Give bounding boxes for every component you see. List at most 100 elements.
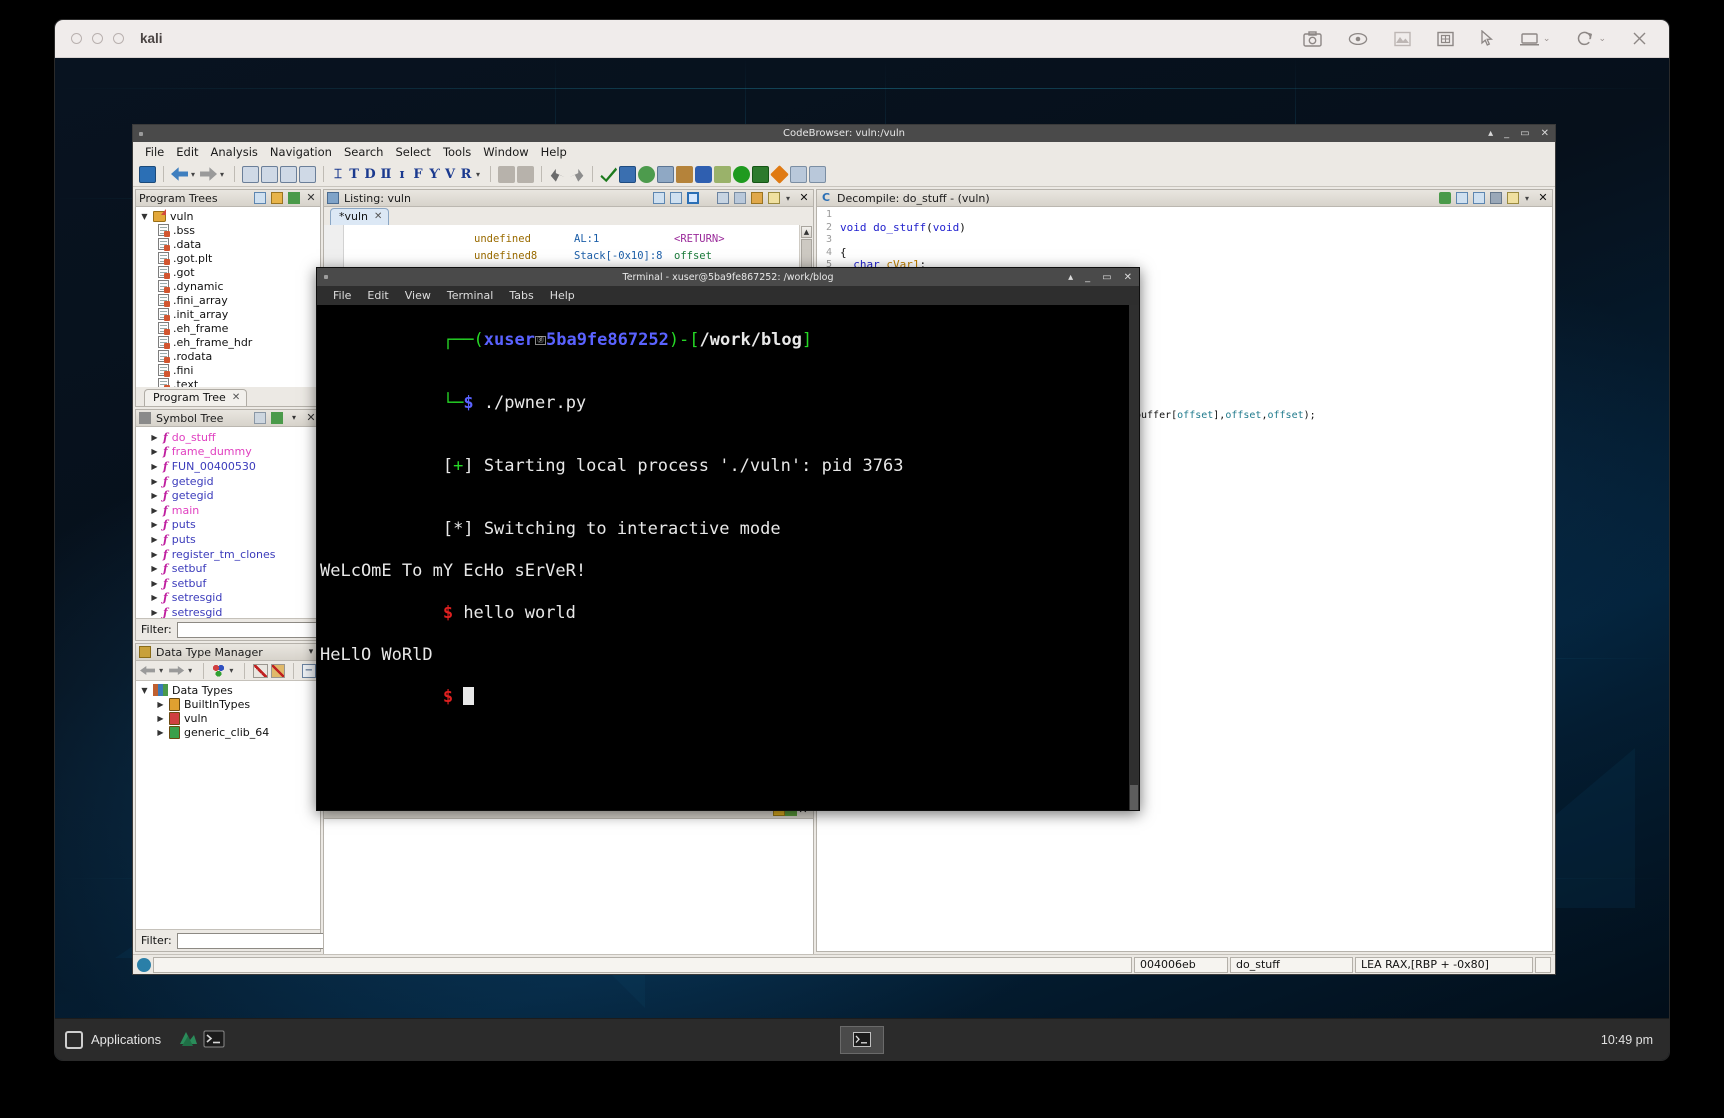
status-resize-grip[interactable] — [1535, 957, 1551, 973]
symbol-tree-list[interactable]: ▶fdo_stuff▶fframe_dummy▶fFUN_00400530▶ƒg… — [136, 427, 320, 618]
camera-icon[interactable] — [1303, 31, 1322, 47]
terminal-menubar[interactable]: File Edit View Terminal Tabs Help — [317, 286, 1139, 305]
ghidra-shade-icon[interactable]: ▴ — [1488, 128, 1493, 139]
listing-save-icon[interactable] — [751, 192, 763, 204]
symbol-tree-filterbar[interactable]: Filter: — [136, 618, 320, 640]
data-type-icon-8[interactable]: V — [443, 167, 457, 182]
terminal-scrollbar[interactable] — [1129, 305, 1139, 810]
dtm-back-icon[interactable] — [140, 665, 155, 677]
dtm-node[interactable]: ▶vuln — [136, 711, 320, 725]
terminal-screen[interactable]: ┌──(xuser㉛5ba9fe867252)-[/work/blog] └─$… — [317, 305, 1139, 810]
symbol-tree-row[interactable]: ▶fdo_stuff — [136, 430, 320, 445]
refresh-tree-icon[interactable] — [288, 192, 300, 204]
dtm-filterbar[interactable]: Filter: — [136, 929, 320, 951]
program-tree-node[interactable]: .eh_frame_hdr — [136, 335, 320, 349]
refresh-icon[interactable]: ⌄ — [1576, 31, 1606, 47]
image-icon[interactable] — [1394, 31, 1411, 47]
dtm-no-filter-icon[interactable] — [271, 664, 285, 678]
menu-analysis[interactable]: Analysis — [206, 144, 263, 160]
data-type-icon-5[interactable]: ɪ — [395, 167, 409, 182]
program-tree-node[interactable]: .dynamic — [136, 279, 320, 293]
program-tree-node[interactable]: .text — [136, 377, 320, 387]
listing-menu-icon[interactable]: ▾ — [786, 194, 790, 203]
program-tree-node[interactable]: .got.plt — [136, 251, 320, 265]
dtm-back-caret-icon[interactable]: ▾ — [159, 666, 163, 675]
snapshot-icon-1[interactable] — [242, 166, 259, 183]
dtm-toolbar[interactable]: ▾ ▾ ▾ − — [136, 661, 320, 681]
terminal-menu-file[interactable]: File — [325, 289, 359, 302]
tab-close-icon[interactable]: ✕ — [232, 392, 240, 403]
ghidra-close-icon[interactable]: ✕ — [1541, 128, 1549, 139]
refresh-caret-icon[interactable]: ⌄ — [1598, 33, 1606, 44]
listing-snapshot-icon[interactable] — [734, 192, 746, 204]
decompile-refresh-icon[interactable] — [1439, 192, 1451, 204]
expand-arrow-icon[interactable]: ▶ — [150, 550, 159, 559]
expand-arrow-icon[interactable]: ▶ — [150, 608, 159, 617]
symbol-tree-row[interactable]: ▶fregister_tm_clones — [136, 547, 320, 562]
expand-arrow-icon[interactable]: ▶ — [150, 520, 159, 529]
select-icon-1[interactable] — [498, 166, 515, 183]
ghidra-minimize-icon[interactable]: _ — [1504, 128, 1509, 139]
c-icon[interactable] — [695, 166, 712, 183]
expand-arrow-icon[interactable]: ▶ — [150, 579, 159, 588]
decompile-camera-icon[interactable] — [1490, 192, 1502, 204]
decompile-close-icon[interactable]: ✕ — [1537, 192, 1549, 204]
symbol-tree-row[interactable]: ▶ƒsetbuf — [136, 561, 320, 576]
expand-arrow-icon[interactable]: ▶ — [150, 491, 159, 500]
close-panel-icon[interactable]: ✕ — [305, 192, 317, 204]
dtm-filter-input[interactable] — [177, 933, 330, 949]
close-icon[interactable] — [1632, 31, 1647, 46]
run-icon[interactable] — [733, 166, 750, 183]
terminal-shade-icon[interactable]: ▴ — [1068, 272, 1073, 283]
program-tree-nodes[interactable]: .bss.data.got.plt.got.dynamic.fini_array… — [136, 223, 320, 387]
terminal-menu-edit[interactable]: Edit — [359, 289, 396, 302]
terminal-launcher-icon[interactable] — [203, 1028, 225, 1052]
ghidra-menubar[interactable]: File Edit Analysis Navigation Search Sel… — [133, 142, 1555, 162]
expand-arrow-icon[interactable]: ▶ — [156, 714, 165, 723]
bookmark-icon[interactable] — [676, 166, 693, 183]
menu-file[interactable]: File — [140, 144, 169, 160]
expand-arrow-icon[interactable]: ▶ — [156, 700, 165, 709]
symbol-refresh-icon[interactable] — [271, 412, 283, 424]
expand-arrow-icon[interactable]: ▶ — [156, 728, 165, 737]
kali-menu-icon[interactable] — [177, 1028, 199, 1052]
terminal-minimize-icon[interactable]: _ — [1085, 272, 1090, 283]
data-type-icon-3[interactable]: D — [363, 167, 377, 182]
menu-help[interactable]: Help — [536, 144, 572, 160]
symbol-tree-row[interactable]: ▶ƒgetegid — [136, 474, 320, 489]
data-type-icon-9[interactable]: R — [459, 167, 473, 182]
decompile-menu-icon[interactable]: ▾ — [1525, 194, 1529, 203]
decompile-copy-icon[interactable] — [1473, 192, 1485, 204]
graph-icon[interactable] — [619, 166, 636, 183]
data-type-icon-2[interactable]: T — [347, 167, 361, 182]
snapshot-icon-4[interactable] — [299, 166, 316, 183]
undo-icon[interactable] — [549, 166, 566, 183]
dtm-tree-caret-icon[interactable]: ▾ — [229, 666, 233, 675]
dtm-forward-icon[interactable] — [169, 665, 184, 677]
menu-navigation[interactable]: Navigation — [265, 144, 337, 160]
ghidra-maximize-icon[interactable]: ▭ — [1520, 128, 1529, 139]
console-body[interactable] — [324, 819, 813, 960]
menu-search[interactable]: Search — [339, 144, 389, 160]
dtm-tree-icon[interactable] — [212, 664, 225, 677]
new-tree-icon[interactable] — [254, 192, 266, 204]
terminal-menu-help[interactable]: Help — [542, 289, 583, 302]
globe-icon[interactable] — [638, 166, 655, 183]
forward-caret-icon[interactable]: ▾ — [220, 170, 224, 179]
symbol-menu-icon[interactable]: ▾ — [288, 412, 300, 424]
decompile-window-icon[interactable] — [1507, 192, 1519, 204]
terminal-menu-view[interactable]: View — [397, 289, 439, 302]
dtm-root-row[interactable]: ▼Data Types — [136, 683, 320, 697]
listing-close-icon[interactable]: ✕ — [798, 192, 810, 204]
program-tree-node[interactable]: .fini — [136, 363, 320, 377]
symbol-filter-input[interactable] — [177, 622, 330, 638]
program-tree-node[interactable]: .bss — [136, 223, 320, 237]
applications-button[interactable]: Applications — [55, 1019, 173, 1060]
expand-arrow-icon[interactable]: ▶ — [150, 564, 159, 573]
expand-arrow-icon[interactable]: ▶ — [150, 433, 159, 442]
data-type-icon-7[interactable]: Ƴ — [427, 167, 441, 182]
symbol-tree-row[interactable]: ▶fframe_dummy — [136, 445, 320, 460]
data-type-icon-1[interactable]: ⌶ — [331, 167, 345, 182]
dtm-collapse-icon[interactable]: − — [302, 664, 316, 678]
save-icon[interactable] — [139, 166, 156, 183]
